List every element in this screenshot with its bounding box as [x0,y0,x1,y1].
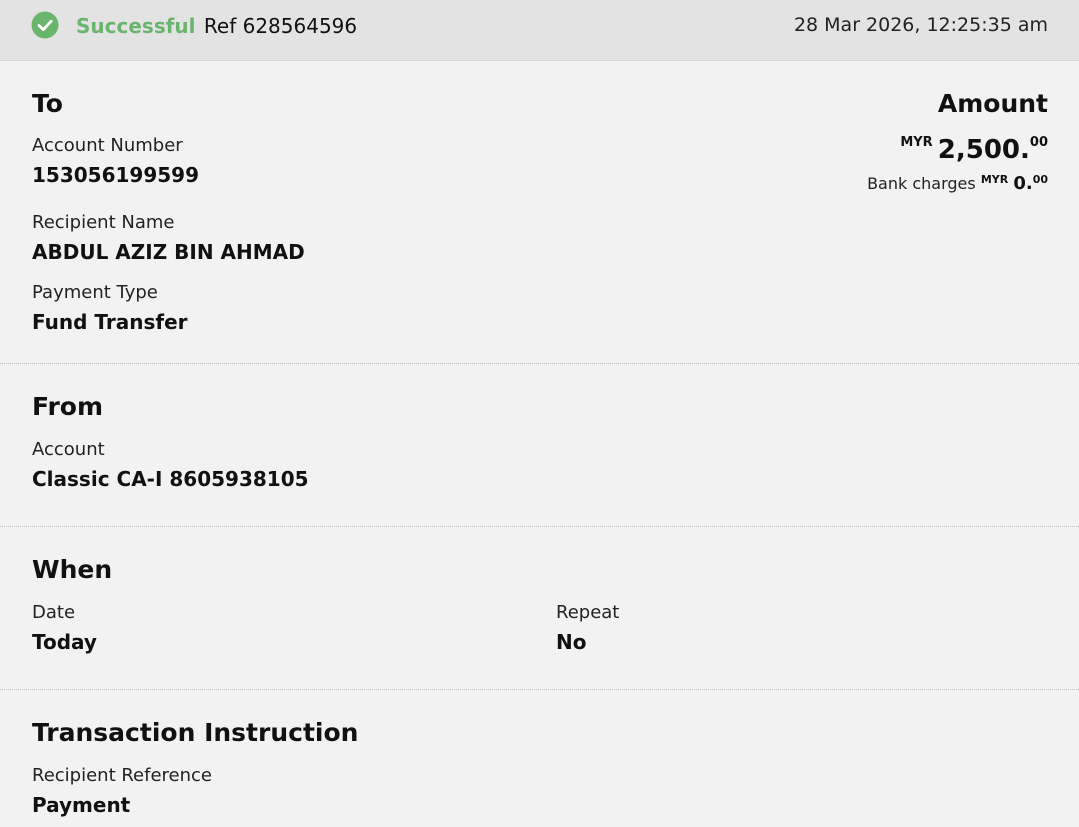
transaction-timestamp: 28 Mar 2026, 12:25:35 am [793,14,1048,36]
when-heading: When [32,555,113,584]
repeat-value: No [556,630,587,654]
payment-type-label: Payment Type [32,282,158,303]
account-number-value: 153056199599 [32,163,199,187]
transaction-instruction-section: Transaction Instruction Recipient Refere… [0,690,1079,827]
account-number-label: Account Number [32,135,183,156]
bank-charges-decimals: 00 [1032,173,1048,186]
from-heading: From [32,392,104,421]
recipient-name-value: ABDUL AZIZ BIN AHMAD [32,240,305,264]
from-account-value: Classic CA-I 8605938105 [32,467,309,491]
recipient-reference-value: Payment [32,793,131,817]
amount-decimals: 00 [1029,135,1048,150]
amount-currency: MYR [900,135,933,150]
repeat-label: Repeat [556,602,620,623]
when-section: When Date Today Repeat No [0,527,1079,690]
ref-number: 628564596 [242,14,358,38]
bank-charges-whole: 0. [1013,173,1033,194]
to-section: To Account Number 153056199599 Recipient… [0,61,1079,364]
bank-charges: Bank charges MYR 0.00 [867,173,1048,194]
payment-type-value: Fund Transfer [32,310,188,334]
date-label: Date [32,602,76,623]
amount-whole: 2,500. [937,135,1030,165]
from-section: From Account Classic CA-I 8605938105 [0,364,1079,527]
status-text: Successful [76,14,196,38]
status-bar: Successful Ref 628564596 28 Mar 2026, 12… [0,0,1079,61]
bank-charges-label: Bank charges [867,174,976,193]
status-line: Successful Ref 628564596 [76,13,357,39]
to-heading: To [32,89,63,118]
recipient-reference-label: Recipient Reference [32,765,212,786]
from-account-label: Account [32,439,105,460]
recipient-name-label: Recipient Name [32,212,175,233]
bank-charges-currency: MYR [980,173,1009,186]
transaction-instruction-heading: Transaction Instruction [32,718,359,747]
ref-label: Ref [203,14,237,38]
check-circle-icon [31,11,59,39]
amount-heading: Amount [937,89,1048,118]
amount-value: MYR 2,500.00 [900,135,1048,165]
date-value: Today [32,630,97,654]
